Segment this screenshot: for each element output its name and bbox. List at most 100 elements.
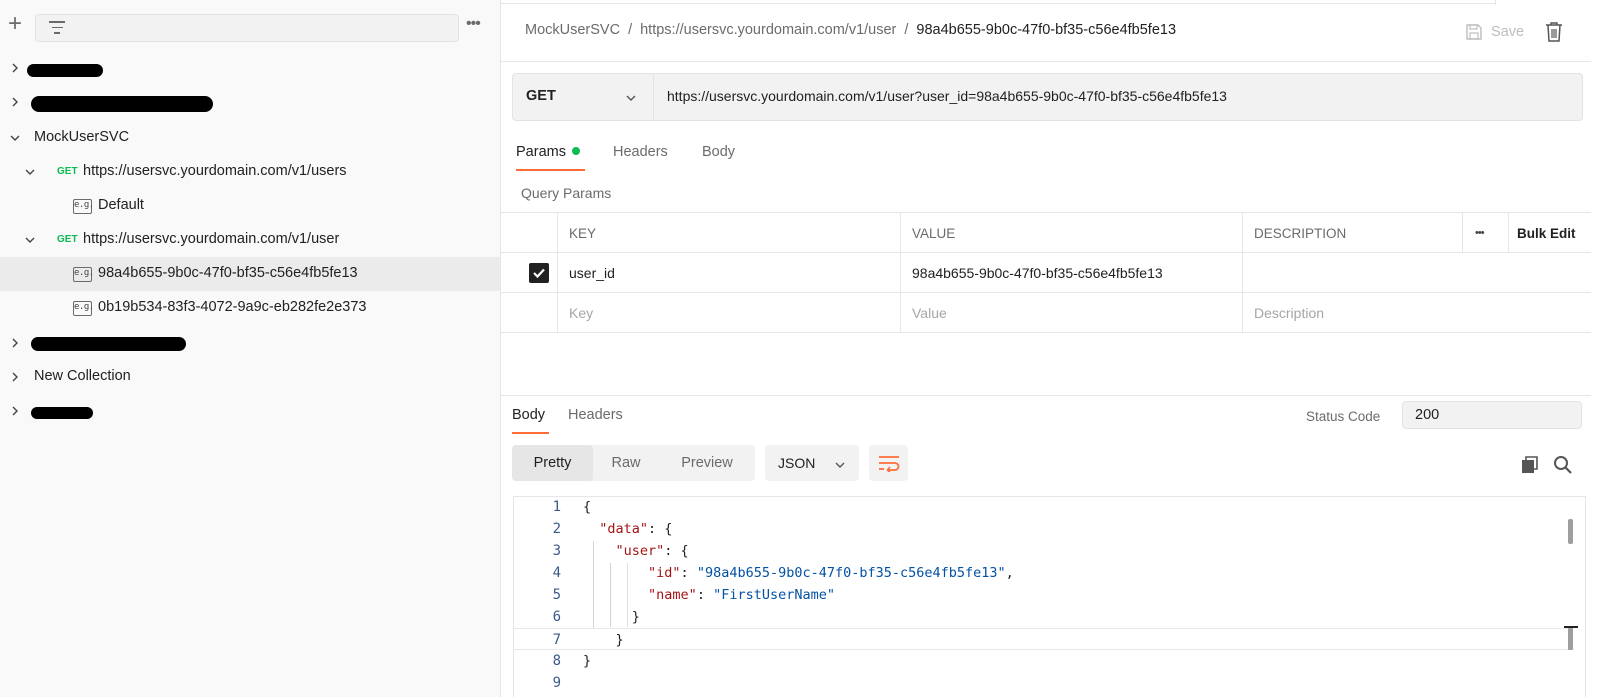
redacted-label [31, 337, 186, 351]
chevron-right-icon[interactable] [9, 337, 21, 349]
breadcrumb-separator: / [904, 22, 909, 38]
sidebar-toolbar: + ••• [0, 0, 500, 52]
method-tag: GET [57, 234, 78, 245]
chevron-down-icon[interactable] [24, 166, 36, 178]
example-label: 98a4b655-9b0c-47f0-bf35-c56e4fb5fe13 [98, 265, 358, 281]
wrap-lines-button[interactable] [869, 445, 908, 481]
url-input[interactable]: https://usersvc.yourdomain.com/v1/user?u… [667, 88, 1227, 104]
code-line: 2 "data": { [514, 518, 1574, 540]
editor-scrollbar[interactable] [1568, 519, 1573, 544]
trash-icon [1546, 22, 1562, 42]
tab-strip [501, 0, 1600, 5]
collection-item[interactable] [0, 394, 500, 428]
chevron-right-icon[interactable] [9, 62, 21, 74]
collection-item[interactable] [0, 85, 500, 119]
new-collection-button[interactable]: + [4, 12, 26, 36]
code-text: "data": { [599, 521, 673, 537]
code-line: 7 } [514, 628, 1574, 650]
query-params-title: Query Params [521, 185, 612, 201]
param-description-placeholder[interactable]: Description [1243, 293, 1591, 333]
format-preview-button[interactable]: Preview [659, 445, 755, 481]
request-item[interactable]: GET https://usersvc.yourdomain.com/v1/us… [0, 223, 500, 257]
checkmark-icon [529, 263, 549, 283]
breadcrumb-collection[interactable]: MockUserSVC [525, 22, 620, 38]
breadcrumb-current: 98a4b655-9b0c-47f0-bf35-c56e4fb5fe13 [916, 22, 1177, 38]
language-select[interactable]: JSON [765, 445, 859, 481]
code-text: { [583, 499, 592, 515]
collection-item-mockusersvc[interactable]: MockUserSVC [0, 121, 500, 155]
copy-icon[interactable] [1520, 455, 1540, 475]
code-text: } [583, 653, 592, 669]
example-icon: e.g. [73, 199, 94, 214]
table-row-placeholder: Key Value Description [501, 293, 1591, 333]
param-value-cell[interactable]: 98a4b655-9b0c-47f0-bf35-c56e4fb5fe13 [901, 253, 1243, 293]
more-options-icon[interactable]: ••• [466, 16, 488, 32]
line-number: 8 [552, 653, 561, 669]
chevron-down-icon[interactable] [24, 234, 36, 246]
method-select[interactable]: GET [513, 74, 654, 120]
format-pretty-button[interactable]: Pretty [512, 445, 593, 481]
active-tab[interactable] [1495, 0, 1600, 5]
request-bar: GET https://usersvc.yourdomain.com/v1/us… [512, 73, 1583, 121]
line-number: 6 [552, 609, 561, 625]
save-button[interactable]: Save [1465, 20, 1524, 44]
wrap-lines-icon [878, 456, 899, 472]
delete-button[interactable] [1545, 21, 1565, 43]
redacted-label [31, 96, 213, 112]
search-icon[interactable] [1553, 455, 1573, 475]
format-raw-button[interactable]: Raw [593, 445, 659, 481]
tab-headers[interactable]: Headers [613, 144, 668, 160]
active-tab-underline [516, 169, 585, 171]
code-line: 1{ [514, 497, 1574, 518]
example-label: 0b19b534-83f3-4072-9a9c-eb282fe2e373 [98, 299, 367, 315]
code-line: 3 "user": { [514, 540, 1574, 562]
collection-item-new-collection[interactable]: New Collection [0, 360, 500, 394]
params-indicator-dot [571, 147, 580, 155]
save-label: Save [1491, 24, 1525, 40]
example-item[interactable]: e.g. 0b19b534-83f3-4072-9a9c-eb282fe2e37… [0, 291, 500, 325]
param-key-cell[interactable]: user_id [558, 253, 901, 293]
response-tab-headers[interactable]: Headers [568, 407, 623, 423]
table-header-row: KEY VALUE DESCRIPTION ••• Bulk Edit [501, 213, 1591, 253]
example-icon: e.g. [73, 267, 94, 282]
bulk-edit-button[interactable]: Bulk Edit [1509, 213, 1591, 253]
filter-input[interactable] [35, 14, 459, 42]
format-toggle-group: Pretty Raw Preview [512, 445, 755, 481]
response-body-editor[interactable]: 1{2 "data": {3 "user": {4 "id": "98a4b65… [513, 496, 1586, 697]
collection-item[interactable] [0, 326, 500, 360]
param-enabled-checkbox[interactable] [501, 253, 558, 293]
table-more-options-icon[interactable]: ••• [1463, 213, 1509, 253]
filter-icon [48, 21, 66, 37]
example-item[interactable]: e.g. Default [0, 189, 500, 223]
chevron-down-icon[interactable] [9, 132, 21, 144]
tab-body[interactable]: Body [702, 144, 735, 160]
status-code-input[interactable]: 200 [1402, 401, 1582, 429]
example-item-selected[interactable]: e.g. 98a4b655-9b0c-47f0-bf35-c56e4fb5fe1… [0, 257, 500, 291]
code-text: "user": { [615, 543, 689, 559]
param-description-cell[interactable] [1243, 253, 1591, 293]
code-line: 5 "name": "FirstUserName" [514, 584, 1574, 606]
language-value: JSON [778, 455, 816, 471]
response-tab-body[interactable]: Body [512, 407, 545, 423]
collection-label: MockUserSVC [34, 129, 130, 145]
breadcrumb-request[interactable]: https://usersvc.yourdomain.com/v1/user [640, 22, 896, 38]
param-value-placeholder[interactable]: Value [901, 293, 1243, 333]
request-item[interactable]: GET https://usersvc.yourdomain.com/v1/us… [0, 155, 500, 189]
divider [501, 61, 1591, 62]
redacted-label [27, 64, 103, 77]
code-line: 4 "id": "98a4b655-9b0c-47f0-bf35-c56e4fb… [514, 562, 1574, 584]
collection-item[interactable] [0, 51, 500, 85]
code-line: 8} [514, 650, 1574, 672]
breadcrumb: MockUserSVC / https://usersvc.yourdomain.c… [525, 22, 1176, 38]
chevron-right-icon[interactable] [9, 405, 21, 417]
code-text: "id": "98a4b655-9b0c-47f0-bf35-c56e4fb5f… [648, 565, 1014, 581]
line-number: 9 [552, 675, 561, 691]
chevron-right-icon[interactable] [9, 371, 21, 383]
tab-params[interactable]: Params [516, 144, 580, 160]
code-line: 9 [514, 672, 1574, 694]
column-header-key: KEY [558, 213, 901, 253]
chevron-right-icon[interactable] [9, 96, 21, 108]
param-key-placeholder[interactable]: Key [558, 293, 901, 333]
empty-checkbox-cell [501, 293, 558, 333]
line-number: 2 [552, 521, 561, 537]
